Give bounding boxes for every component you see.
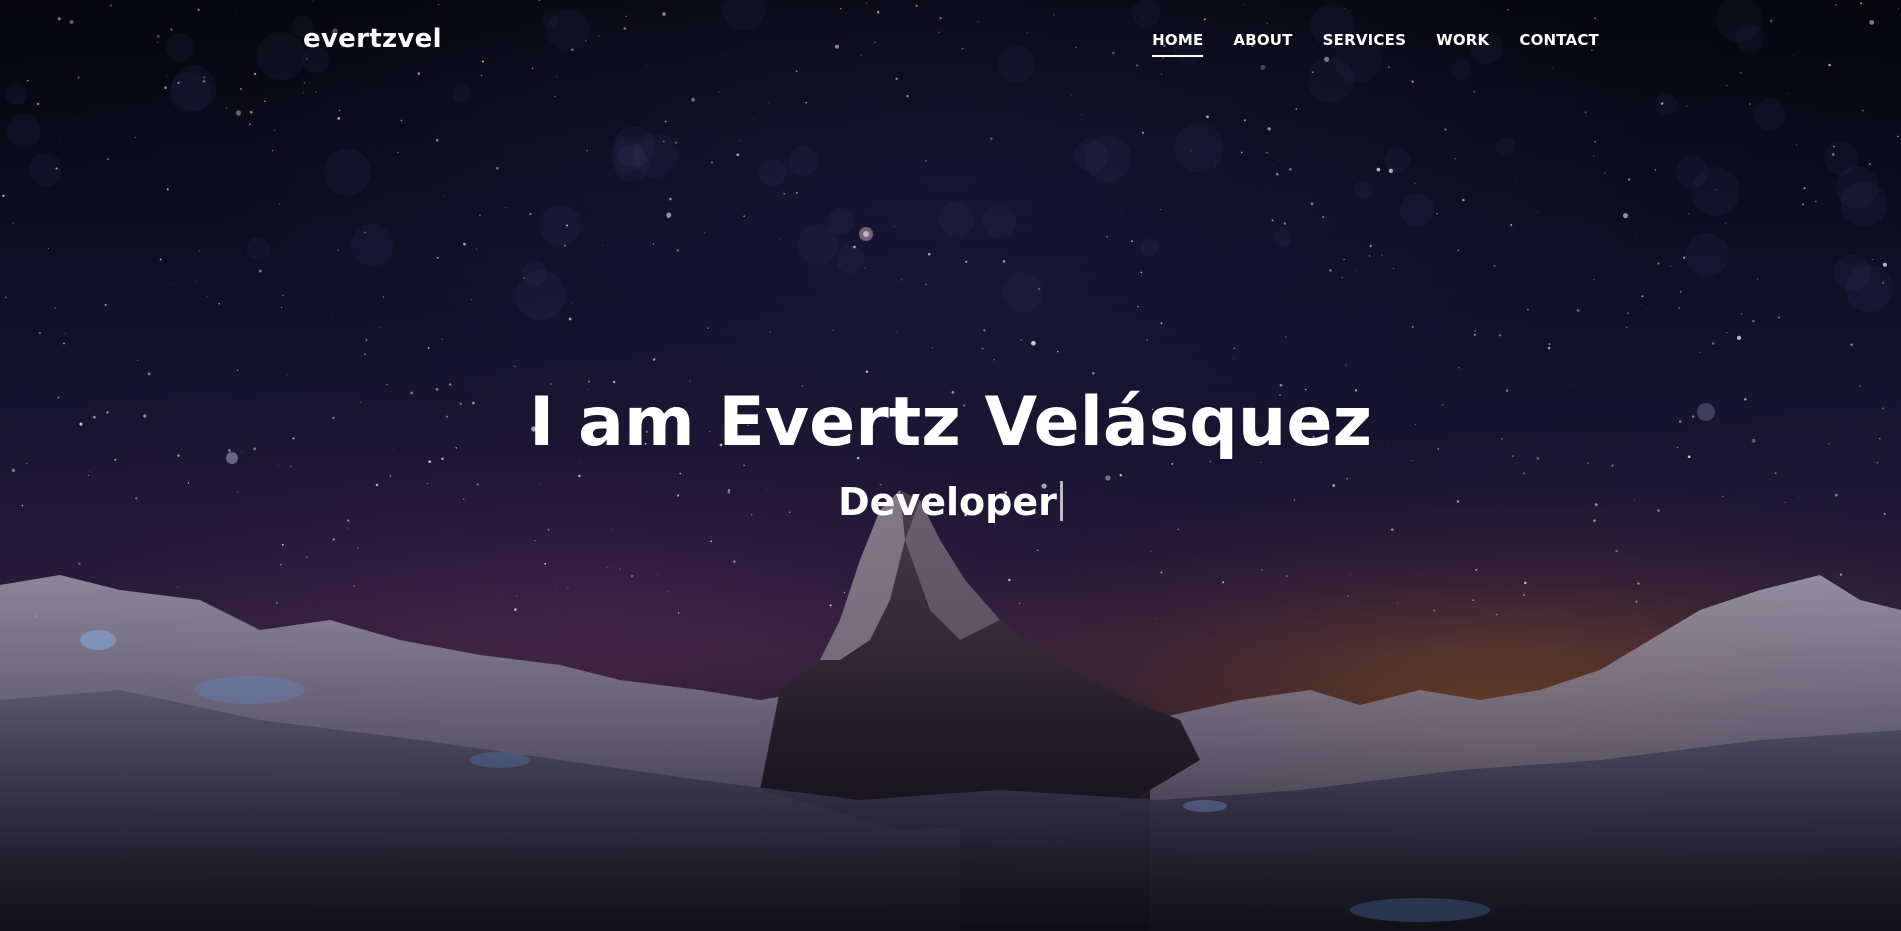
hero-section: evertzvel HOME ABOUT SERVICES WORK CONTA… (0, 0, 1901, 931)
nav-item-about: ABOUT (1233, 30, 1292, 57)
nav-link-contact[interactable]: CONTACT (1519, 31, 1599, 55)
hero-subtitle: Developer (0, 474, 1901, 530)
nav-menu: HOME ABOUT SERVICES WORK CONTACT (1152, 30, 1599, 57)
hero-content: I am Evertz Velásquez Developer (0, 378, 1901, 530)
nav-link-about[interactable]: ABOUT (1233, 31, 1292, 55)
nav-item-contact: CONTACT (1519, 30, 1599, 57)
hero-title: I am Evertz Velásquez (528, 383, 1373, 462)
nav-link-services[interactable]: SERVICES (1323, 31, 1406, 55)
typing-cursor (1059, 481, 1063, 521)
nav-item-home: HOME (1152, 30, 1204, 57)
brand-logo[interactable]: evertzvel (303, 24, 442, 54)
nav-link-work[interactable]: WORK (1436, 31, 1489, 55)
nav-item-services: SERVICES (1323, 30, 1406, 57)
nav-link-home[interactable]: HOME (1152, 31, 1204, 57)
typed-text: Developer (838, 480, 1057, 524)
nav-item-work: WORK (1436, 30, 1489, 57)
top-navbar: evertzvel HOME ABOUT SERVICES WORK CONTA… (0, 0, 1901, 82)
